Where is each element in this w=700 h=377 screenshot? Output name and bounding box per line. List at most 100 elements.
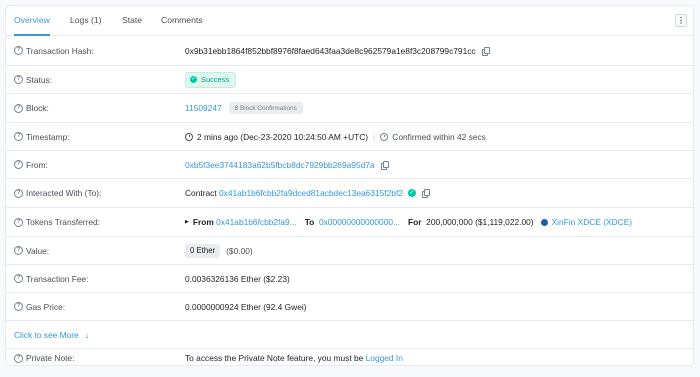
tab-bar: Overview Logs (1) State Comments ⋮ [6,6,693,36]
transaction-hash-text: 0x9b31ebb1864f852bbf8976f8faed643faa3de8… [185,45,476,56]
token-amount: 200,000,000 [426,217,473,227]
label-text: Transaction Hash: [26,45,94,56]
help-icon[interactable]: ? [14,302,23,311]
token-from-link[interactable]: 0x41ab1b6fcbb2fa9... [216,217,297,227]
label-gas-price: ? Gas Price: [14,302,65,312]
value-from: 0xb5f3ee3744183a62b5fbcb8dc7929bb269a95d… [185,160,389,170]
label-tokens-transferred: ? Tokens Transferred: [14,217,100,227]
help-icon[interactable]: ? [14,160,23,169]
row-value: ? Value: 0 Ether ($0.00) [6,237,693,265]
tab-comments-label: Comments [161,15,203,25]
help-icon[interactable]: ? [14,46,23,55]
label-from: ? From: [14,160,48,170]
value-tokens-transferred: ▶ From 0x41ab1b6fcbb2fa9... To 0x0000000… [185,217,632,227]
label-text: Block: [26,103,49,113]
help-icon[interactable]: ? [14,103,23,113]
status-text: Success [201,75,230,84]
copy-icon[interactable] [481,46,490,56]
token-to-link[interactable]: 0x00000000000000... [319,217,400,227]
help-icon[interactable]: ? [14,132,23,141]
timestamp-text: 2 mins ago (Dec-23-2020 10:24:50 AM +UTC… [197,131,369,142]
tab-comments[interactable]: Comments [161,6,203,35]
from-address-link[interactable]: 0xb5f3ee3744183a62b5fbcb8dc7929bb269a95d… [185,160,375,170]
clock-icon [185,132,193,141]
value-transaction-hash: 0x9b31ebb1864f852bbf8976f8faed643faa3de8… [185,45,490,56]
value-usd: ($0.00) [226,245,253,256]
row-transaction-fee: ? Transaction Fee: 0.0036326136 Ether ($2… [6,265,693,293]
value-timestamp: 2 mins ago (Dec-23-2020 10:24:50 AM +UTC… [185,132,486,142]
check-circle-icon: ✓ [190,76,197,83]
row-see-more: Click to see More ↓ [6,321,693,349]
row-from: ? From: 0xb5f3ee3744183a62b5fbcb8dc7929bb… [6,151,693,179]
label-private-note: ? Private Note: [14,353,74,363]
confirmed-within-text: Confirmed within 42 secs [392,131,486,142]
help-icon[interactable]: ? [14,188,23,198]
help-icon[interactable]: ? [14,274,23,283]
row-private-note: ? Private Note: To access the Private Not… [6,349,693,365]
row-tokens-transferred: ? Tokens Transferred: ▶ From 0x41ab1b6fcb… [6,208,693,237]
token-usd-value: ($1,119,022.00) [475,217,534,227]
tab-logs-label: Logs (1) [70,15,102,25]
label-text: Private Note: [26,353,75,363]
arrow-down-icon: ↓ [84,329,90,340]
help-icon[interactable]: ? [14,75,23,84]
copy-icon[interactable] [380,160,389,170]
private-note-text: To access the Private Note feature, you … [185,353,364,363]
label-text: Tokens Transferred: [26,217,101,227]
value-interacted-with: Contract 0x41ab1b6fcbb2fa9dced81acbdec13… [185,188,430,198]
value-private-note: To access the Private Note feature, you … [185,353,403,363]
label-block: ? Block: [14,103,49,113]
confirmations-badge: 8 Block Confirmations [228,102,303,114]
label-timestamp: ? Timestamp: [14,132,69,142]
copy-icon[interactable] [421,189,430,198]
xdce-token-icon [540,218,548,226]
label-transaction-hash: ? Transaction Hash: [14,46,94,56]
label-text: Transaction Fee: [26,273,89,284]
transaction-fee-text: 0.0036326136 Ether ($2.23) [185,273,290,284]
row-interacted-with: ? Interacted With (To): Contract 0x41ab1b… [6,179,693,208]
label-text: Timestamp: [26,131,70,142]
tab-state[interactable]: State [122,6,142,35]
tab-overview[interactable]: Overview [14,6,50,36]
ether-value-badge: 0 Ether [185,243,221,258]
token-for-label: For [408,217,422,227]
see-more-link[interactable]: Click to see More [14,330,79,340]
tab-logs[interactable]: Logs (1) [70,6,102,35]
label-text: Status: [26,74,53,85]
vertical-ellipsis-icon: ⋮ [677,15,685,25]
help-icon[interactable]: ? [14,246,23,255]
see-more-toggle[interactable]: Click to see More ↓ [14,330,89,340]
value-gas-price: 0.0000000924 Ether (92.4 Gwei) [185,302,307,312]
label-text: Interacted With (To): [26,188,102,198]
caret-right-icon: ▶ [185,219,189,225]
value-block: 11509247 8 Block Confirmations [185,102,303,114]
label-text: Gas Price: [26,301,66,312]
row-status: ? Status: ✓ Success [6,66,693,94]
row-timestamp: ? Timestamp: 2 mins ago (Dec-23-2020 10:2… [6,123,693,151]
token-name-link[interactable]: XinFin XDCE (XDCE) [552,217,633,227]
more-options-button[interactable]: ⋮ [675,14,687,27]
timer-icon [380,132,389,141]
row-transaction-hash: ? Transaction Hash: 0x9b31ebb1864f852bbf8… [6,36,693,66]
tab-overview-label: Overview [14,15,50,25]
transaction-details-card: Overview Logs (1) State Comments ⋮ ? Tran… [5,5,694,366]
divider: | [373,131,376,142]
gas-price-text: 0.0000000924 Ether (92.4 Gwei) [185,301,307,312]
help-icon[interactable]: ? [14,353,23,363]
row-block: ? Block: 11509247 8 Block Confirmations [6,94,693,123]
label-value: ? Value: [14,246,49,256]
label-text: From: [26,159,48,170]
help-icon[interactable]: ? [14,217,23,227]
contract-address-link[interactable]: 0x41ab1b6fcbb2fa9dced81acbdec13ea6315f2b… [219,188,403,198]
block-number-link[interactable]: 11509247 [185,103,222,113]
label-status: ? Status: [14,75,52,85]
tab-state-label: State [122,15,143,25]
value-status: ✓ Success [185,71,237,88]
token-to-label: To [304,217,315,227]
status-badge: ✓ Success [185,71,237,88]
label-text: Value: [26,245,50,256]
login-link[interactable]: Logged In [366,353,403,363]
token-from-label: From [192,217,214,227]
contract-prefix: Contract [185,188,217,198]
row-gas-price: ? Gas Price: 0.0000000924 Ether (92.4 Gwe… [6,293,693,321]
